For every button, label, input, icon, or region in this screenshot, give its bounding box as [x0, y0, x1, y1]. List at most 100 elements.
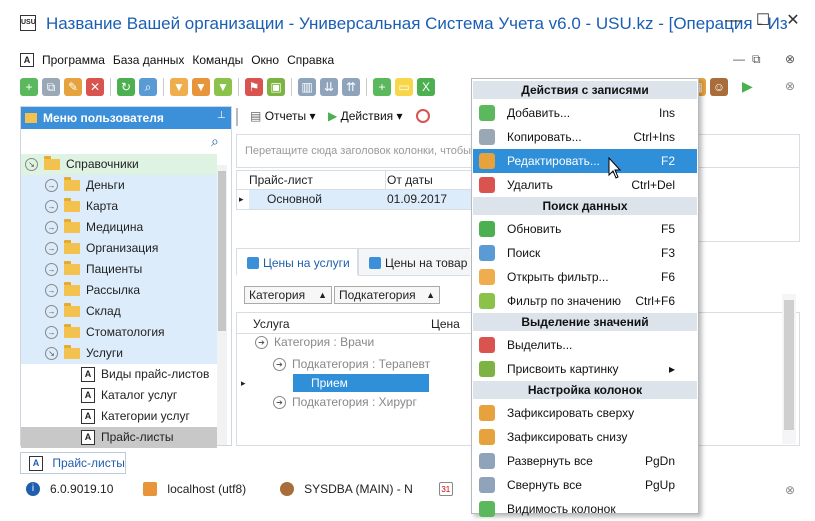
menu-help[interactable]: Справка: [283, 53, 338, 67]
toolbar-menu-icon[interactable]: ⊗: [785, 79, 795, 93]
context-menu-item[interactable]: Присвоить картинку ▸: [473, 357, 697, 381]
expand-icon[interactable]: →: [45, 179, 58, 193]
pricelist-cell[interactable]: Основной: [267, 190, 322, 208]
tree-item[interactable]: A Каталог услуг: [21, 385, 217, 406]
expand-icon[interactable]: →: [45, 242, 58, 256]
tab-service-prices[interactable]: Цены на услуги: [236, 248, 358, 276]
play-icon[interactable]: ▶: [742, 78, 753, 95]
search-icon[interactable]: ⌕: [211, 133, 219, 150]
tree-item[interactable]: → Организация: [21, 238, 217, 259]
search-icon[interactable]: ⌕: [139, 78, 157, 96]
column-header-service[interactable]: Услуга: [253, 315, 290, 333]
tab-product-prices[interactable]: Цены на товар: [358, 248, 470, 276]
context-menu-item[interactable]: Выделить...: [473, 333, 697, 357]
context-menu-item[interactable]: Видимость колонок: [473, 497, 697, 521]
group-row-subcategory[interactable]: ➔ Подкатегория : Хирург: [273, 393, 417, 411]
copy-icon[interactable]: ⧉: [42, 78, 60, 96]
folder-icon: [64, 240, 80, 255]
column-header-price[interactable]: Цена: [431, 315, 460, 333]
collapse-icon[interactable]: ↘: [45, 347, 58, 361]
actions-button[interactable]: ▶ Действия ▾: [328, 109, 403, 123]
delete-icon[interactable]: ✕: [86, 78, 104, 96]
service-cell[interactable]: Прием: [311, 374, 348, 392]
tree-item[interactable]: → Стоматология: [21, 322, 217, 343]
minimize-button[interactable]: —: [722, 10, 744, 32]
context-menu-item[interactable]: Удалить Ctrl+Del: [473, 173, 697, 197]
group-row-category[interactable]: ➔ Категория : Врачи: [255, 333, 374, 351]
pin-icon[interactable]: ⊥: [217, 110, 226, 121]
context-menu-item[interactable]: Зафиксировать сверху: [473, 401, 697, 425]
context-menu-item[interactable]: Развернуть все PgDn: [473, 449, 697, 473]
context-menu-item[interactable]: Добавить... Ins: [473, 101, 697, 125]
users-icon[interactable]: ☺: [710, 78, 728, 96]
group-chip-subcategory[interactable]: Подкатегория ▲: [334, 286, 440, 304]
excel-icon[interactable]: X: [417, 78, 435, 96]
status-menu-icon[interactable]: ⊗: [785, 483, 795, 497]
add-column-icon[interactable]: +: [373, 78, 391, 96]
tree-item[interactable]: → Медицина: [21, 217, 217, 238]
expand-icon[interactable]: →: [45, 221, 58, 235]
picture-icon[interactable]: ▣: [267, 78, 285, 96]
right-scrollbar-thumb[interactable]: [784, 300, 794, 430]
mdi-restore-button[interactable]: ⧉: [752, 52, 761, 67]
tree-item-label: Деньги: [86, 178, 125, 192]
filter-value-icon[interactable]: ▼: [214, 78, 232, 96]
context-menu-item[interactable]: Обновить F5: [473, 217, 697, 241]
stop-icon[interactable]: [416, 109, 430, 123]
columns-icon[interactable]: ▥: [298, 78, 316, 96]
note-icon[interactable]: ▭: [395, 78, 413, 96]
collapse-icon[interactable]: ➔: [255, 336, 268, 350]
bottom-tab-pricelists[interactable]: A Прайс-листы: [20, 452, 126, 474]
context-menu-item[interactable]: Фильтр по значению Ctrl+F6: [473, 289, 697, 313]
tree-item[interactable]: → Карта: [21, 196, 217, 217]
collapse-icon[interactable]: ➔: [273, 358, 286, 372]
expand-icon[interactable]: →: [45, 284, 58, 298]
refresh-icon[interactable]: ↻: [117, 78, 135, 96]
group-chip-category[interactable]: Категория ▲: [244, 286, 332, 304]
expand-icon[interactable]: →: [45, 263, 58, 277]
context-menu-item-label: Добавить...: [507, 106, 571, 120]
menu-window[interactable]: Окно: [247, 53, 283, 67]
maximize-button[interactable]: ☐: [752, 10, 774, 32]
tree-item[interactable]: → Деньги: [21, 175, 217, 196]
mdi-close-button[interactable]: ⊗: [785, 52, 795, 66]
add-icon[interactable]: +: [20, 78, 38, 96]
collapse-all-icon[interactable]: ⇈: [342, 78, 360, 96]
group-row-subcategory[interactable]: ➔ Подкатегория : Терапевт: [273, 355, 430, 373]
tree-item[interactable]: → Рассылка: [21, 280, 217, 301]
reports-button[interactable]: ▤ Отчеты ▾: [250, 109, 316, 123]
context-menu-item[interactable]: Поиск F3: [473, 241, 697, 265]
expand-icon[interactable]: →: [45, 305, 58, 319]
expand-icon[interactable]: →: [45, 200, 58, 214]
close-button[interactable]: ✕: [782, 10, 804, 32]
menu-database[interactable]: База данных: [109, 53, 188, 67]
left-scrollbar-thumb[interactable]: [218, 171, 226, 331]
filter-clear-icon[interactable]: ▼: [192, 78, 210, 96]
filter-icon[interactable]: ▼: [170, 78, 188, 96]
mdi-minimize-button[interactable]: —: [733, 52, 745, 66]
collapse-icon[interactable]: ↘: [25, 158, 38, 172]
column-header-date[interactable]: От даты: [387, 171, 433, 189]
context-menu-item[interactable]: Открыть фильтр... F6: [473, 265, 697, 289]
tree-item[interactable]: A Виды прайс-листов: [21, 364, 217, 385]
tree-item[interactable]: ↘ Справочники: [21, 154, 217, 175]
context-menu-item[interactable]: Редактировать... F2: [473, 149, 697, 173]
flag-icon[interactable]: ⚑: [245, 78, 263, 96]
column-header-pricelist[interactable]: Прайс-лист: [249, 171, 313, 189]
menu-program[interactable]: Программа: [38, 53, 109, 67]
tree-item[interactable]: A Прайс-листы: [21, 427, 217, 448]
calendar-icon[interactable]: 31: [438, 482, 453, 496]
date-cell[interactable]: 01.09.2017: [387, 190, 447, 208]
collapse-icon[interactable]: ➔: [273, 396, 286, 410]
tree-item[interactable]: A Категории услуг: [21, 406, 217, 427]
context-menu-item[interactable]: Копировать... Ctrl+Ins: [473, 125, 697, 149]
expand-all-icon[interactable]: ⇊: [320, 78, 338, 96]
tree-item[interactable]: → Склад: [21, 301, 217, 322]
context-menu-item[interactable]: Свернуть все PgUp: [473, 473, 697, 497]
tree-item[interactable]: → Пациенты: [21, 259, 217, 280]
edit-icon[interactable]: ✎: [64, 78, 82, 96]
context-menu-item[interactable]: Зафиксировать снизу: [473, 425, 697, 449]
menu-commands[interactable]: Команды: [188, 53, 247, 67]
expand-icon[interactable]: →: [45, 326, 58, 340]
tree-item[interactable]: ↘ Услуги: [21, 343, 217, 364]
